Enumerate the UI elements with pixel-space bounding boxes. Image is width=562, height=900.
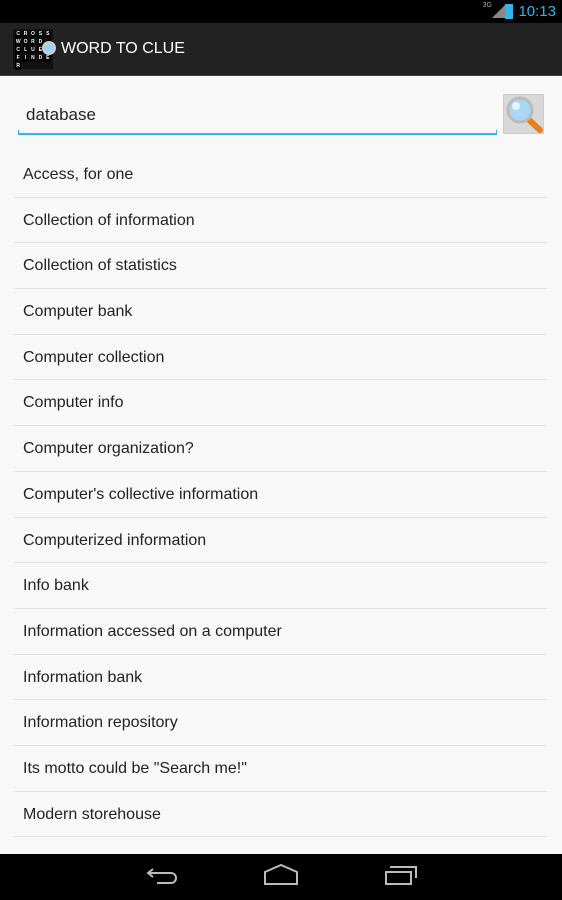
app-logo[interactable]: CROSSWORDCLUEFINDER [13,29,56,70]
search-button[interactable] [503,94,544,134]
search-field[interactable] [18,92,497,135]
logo-cell: C [15,47,22,54]
result-item[interactable]: Computerized information [14,518,547,564]
input-underline [18,130,497,135]
logo-cell: N [29,55,37,62]
logo-cell: C [15,31,22,38]
result-item[interactable]: Collection of statistics [14,243,547,290]
result-item[interactable]: Information bank [14,655,547,701]
result-item[interactable]: Access, for one [14,152,547,198]
logo-cell: L [22,47,29,54]
battery-icon [505,4,513,19]
action-bar: CROSSWORDCLUEFINDER WORD TO CLUE [0,23,562,76]
result-item[interactable]: Computer bank [14,289,547,335]
result-item[interactable]: Information accessed on a computer [14,609,547,655]
logo-cell: R [29,39,37,46]
network-type: 3G [482,2,492,9]
result-item[interactable]: Collection of information [14,198,547,244]
home-icon[interactable] [263,864,299,886]
search-input[interactable] [18,92,497,135]
recent-apps-icon[interactable] [384,864,418,886]
status-bar: 3G 10:13 [0,0,562,23]
logo-cell: O [29,31,37,38]
result-item[interactable]: Info bank [14,563,547,609]
result-item[interactable]: Its motto could be "Search me!" [14,746,547,792]
logo-cell: I [22,55,29,62]
logo-cell: E [44,55,51,62]
clock: 10:13 [518,3,556,20]
logo-cell: R [15,63,22,70]
result-item[interactable]: Computer info [14,380,547,427]
logo-cell: F [15,55,22,62]
result-item[interactable]: Computer organization? [14,426,547,472]
app-title: WORD TO CLUE [61,40,185,57]
logo-cell: D [37,55,44,62]
signal-icon [492,4,506,18]
result-item[interactable]: Computer's collective information [14,472,547,518]
navigation-bar [0,854,562,900]
magnifier-icon [506,96,543,133]
results-list: Access, for one Collection of information… [14,152,547,838]
result-item[interactable]: Information repository [14,700,547,746]
logo-cell: O [22,39,29,46]
back-icon[interactable] [145,864,179,886]
result-item[interactable]: Computer collection [14,335,547,381]
logo-cell: R [22,31,29,38]
result-item[interactable]: Modern storehouse [14,792,547,838]
logo-cell: W [15,39,22,46]
logo-cell: S [37,31,44,38]
logo-cell: U [29,47,37,54]
logo-cell: S [44,31,51,38]
